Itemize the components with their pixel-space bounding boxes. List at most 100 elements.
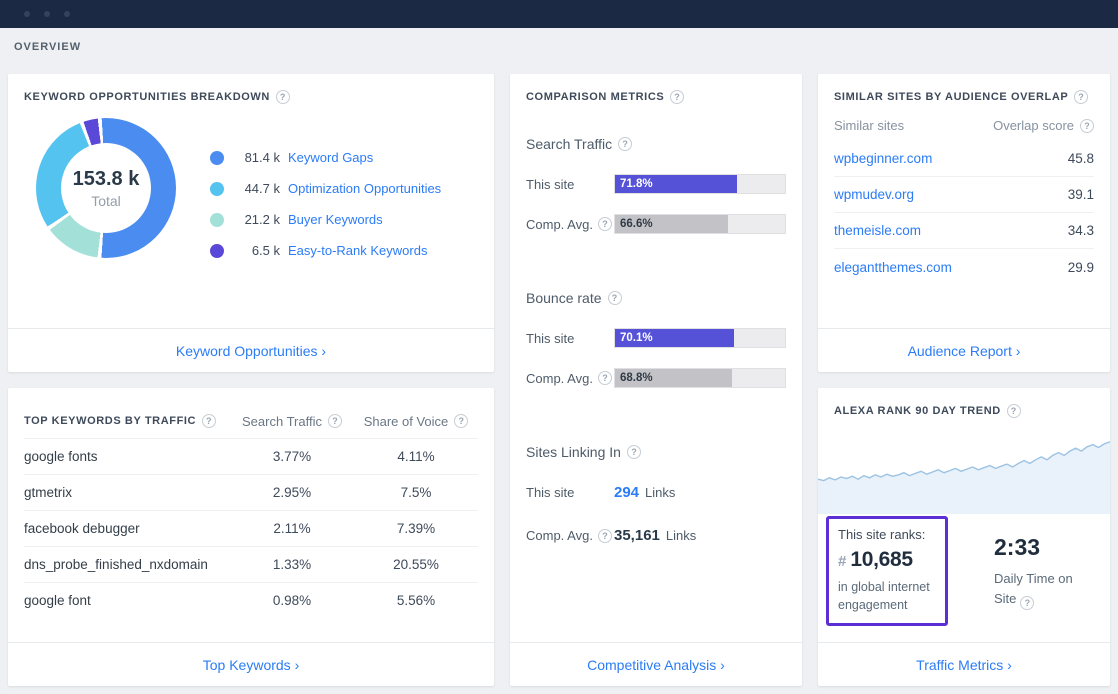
bounce-rate-section-label-row: Bounce rate <box>526 290 786 306</box>
comp-avg-links-row: Comp. Avg. 35,161 Links <box>526 527 786 544</box>
overlap-score-value: 39.1 <box>1068 187 1094 202</box>
keyword-opportunities-footer: Keyword Opportunities <box>8 328 494 372</box>
list-item: wpmudev.org 39.1 <box>834 177 1094 213</box>
top-keywords-title: TOP KEYWORDS BY TRAFFIC <box>24 415 196 427</box>
comp-avg-label: Comp. Avg. <box>526 217 614 232</box>
legend-value: 44.7 k <box>234 181 280 196</box>
legend-row-optimization-opportunities: 44.7 k Optimization Opportunities <box>210 173 441 204</box>
comparison-metrics-title: COMPARISON METRICS <box>526 91 664 103</box>
bar-value: 70.1% <box>615 332 653 344</box>
similar-site-link[interactable]: themeisle.com <box>834 223 921 238</box>
help-icon[interactable] <box>202 414 216 428</box>
search-traffic-section-label-row: Search Traffic <box>526 136 786 152</box>
search-traffic-this-site-bar: 71.8% <box>614 174 786 194</box>
overlap-score-value: 29.9 <box>1068 260 1094 275</box>
search-traffic-cell: 2.11% <box>230 521 354 536</box>
help-icon[interactable] <box>1007 404 1021 418</box>
comp-avg-label-text: Comp. Avg. <box>526 217 593 232</box>
daily-time-block: 2:33 Daily Time on Site <box>994 534 1090 610</box>
optimization-opportunities-link[interactable]: Optimization Opportunities <box>288 181 441 196</box>
comparison-metrics-title-row: COMPARISON METRICS <box>526 90 786 104</box>
audience-report-link[interactable]: Audience Report <box>908 343 1021 359</box>
alexa-rank-title: ALEXA RANK 90 DAY TREND <box>834 405 1001 417</box>
top-keywords-footer: Top Keywords <box>8 642 494 686</box>
keyword-cell: facebook debugger <box>24 521 230 536</box>
this-site-row: This site 70.1% <box>526 328 786 348</box>
legend-row-buyer-keywords: 21.2 k Buyer Keywords <box>210 204 441 235</box>
competitive-analysis-link[interactable]: Competitive Analysis <box>587 657 725 673</box>
rank-value: 10,685 <box>850 548 912 572</box>
this-site-label: This site <box>526 485 614 500</box>
list-item: themeisle.com 34.3 <box>834 213 1094 249</box>
top-keywords-report-link[interactable]: Top Keywords <box>203 657 300 673</box>
keyword-opportunities-report-link[interactable]: Keyword Opportunities <box>176 343 326 359</box>
keyword-legend: 81.4 k Keyword Gaps 44.7 k Optimization … <box>210 142 441 266</box>
overlap-score-header-label: Overlap score <box>993 118 1074 133</box>
similar-sites-column-header: Similar sites <box>834 118 904 133</box>
legend-value: 81.4 k <box>234 150 280 165</box>
keyword-cell: dns_probe_finished_nxdomain <box>24 557 230 572</box>
donut-total-value: 153.8 k <box>73 168 140 191</box>
search-traffic-section-label: Search Traffic <box>526 136 612 152</box>
traffic-metrics-link[interactable]: Traffic Metrics <box>916 657 1012 673</box>
similar-sites-footer: Audience Report <box>818 328 1110 372</box>
help-icon[interactable] <box>1074 90 1088 104</box>
similar-site-link[interactable]: wpbeginner.com <box>834 151 932 166</box>
legend-value: 6.5 k <box>234 243 280 258</box>
legend-dot-icon <box>210 151 224 165</box>
daily-time-label: Daily Time on Site <box>994 569 1090 610</box>
comp-avg-row: Comp. Avg. 66.6% <box>526 214 786 234</box>
alexa-rank-trend-chart <box>818 432 1110 514</box>
help-icon[interactable] <box>618 137 632 151</box>
legend-row-easy-to-rank: 6.5 k Easy-to-Rank Keywords <box>210 235 441 266</box>
help-icon[interactable] <box>328 414 342 428</box>
links-suffix: Links <box>645 485 675 500</box>
help-icon[interactable] <box>1080 119 1094 133</box>
share-of-voice-header-label: Share of Voice <box>364 414 449 429</box>
keyword-opportunities-content: 153.8 k Total 81.4 k Keyword Gaps 44.7 k… <box>24 118 478 266</box>
bar-fill: 66.6% <box>615 215 728 233</box>
similar-sites-list: wpbeginner.com 45.8 wpmudev.org 39.1 the… <box>834 141 1094 285</box>
topbar-dot-icon <box>24 11 30 17</box>
search-traffic-header-label: Search Traffic <box>242 414 322 429</box>
comparison-metrics-card: COMPARISON METRICS Search Traffic This s… <box>510 74 802 686</box>
share-of-voice-column-header: Share of Voice <box>354 414 478 429</box>
search-traffic-cell: 0.98% <box>230 593 354 608</box>
comp-avg-label: Comp. Avg. <box>526 528 614 543</box>
keyword-opportunities-title: KEYWORD OPPORTUNITIES BREAKDOWN <box>24 91 270 103</box>
this-site-links-row: This site 294 Links <box>526 484 786 501</box>
bounce-rate-comp-avg-bar: 68.8% <box>614 368 786 388</box>
this-site-row: This site 71.8% <box>526 174 786 194</box>
keyword-opportunities-card: KEYWORD OPPORTUNITIES BREAKDOWN 153.8 k … <box>8 74 494 372</box>
similar-site-link[interactable]: elegantthemes.com <box>834 260 952 275</box>
legend-dot-icon <box>210 244 224 258</box>
search-traffic-cell: 3.77% <box>230 449 354 464</box>
similar-sites-title-row: SIMILAR SITES BY AUDIENCE OVERLAP <box>834 90 1094 104</box>
help-icon[interactable] <box>670 90 684 104</box>
sites-linking-in-section: Sites Linking In This site 294 Links Com… <box>526 444 786 544</box>
easy-to-rank-keywords-link[interactable]: Easy-to-Rank Keywords <box>288 243 427 258</box>
legend-dot-icon <box>210 182 224 196</box>
help-icon[interactable] <box>608 291 622 305</box>
help-icon[interactable] <box>276 90 290 104</box>
help-icon[interactable] <box>1020 596 1034 610</box>
comp-avg-row: Comp. Avg. 68.8% <box>526 368 786 388</box>
help-icon[interactable] <box>598 217 612 231</box>
buyer-keywords-link[interactable]: Buyer Keywords <box>288 212 383 227</box>
help-icon[interactable] <box>627 445 641 459</box>
this-site-label: This site <box>526 177 614 192</box>
help-icon[interactable] <box>598 529 612 543</box>
top-keywords-title-row: TOP KEYWORDS BY TRAFFIC <box>24 414 230 428</box>
help-icon[interactable] <box>454 414 468 428</box>
similar-site-link[interactable]: wpmudev.org <box>834 187 914 202</box>
help-icon[interactable] <box>598 371 612 385</box>
list-item: elegantthemes.com 29.9 <box>834 249 1094 285</box>
sites-linking-in-section-label-row: Sites Linking In <box>526 444 786 460</box>
top-navigation-bar <box>0 0 1118 28</box>
site-rank-highlight-box: This site ranks: # 10,685 in global inte… <box>826 516 948 626</box>
legend-value: 21.2 k <box>234 212 280 227</box>
keyword-gaps-link[interactable]: Keyword Gaps <box>288 150 373 165</box>
keyword-donut: 153.8 k Total <box>36 118 176 258</box>
table-row: dns_probe_finished_nxdomain 1.33% 20.55% <box>24 546 478 582</box>
bounce-rate-section-label: Bounce rate <box>526 290 602 306</box>
